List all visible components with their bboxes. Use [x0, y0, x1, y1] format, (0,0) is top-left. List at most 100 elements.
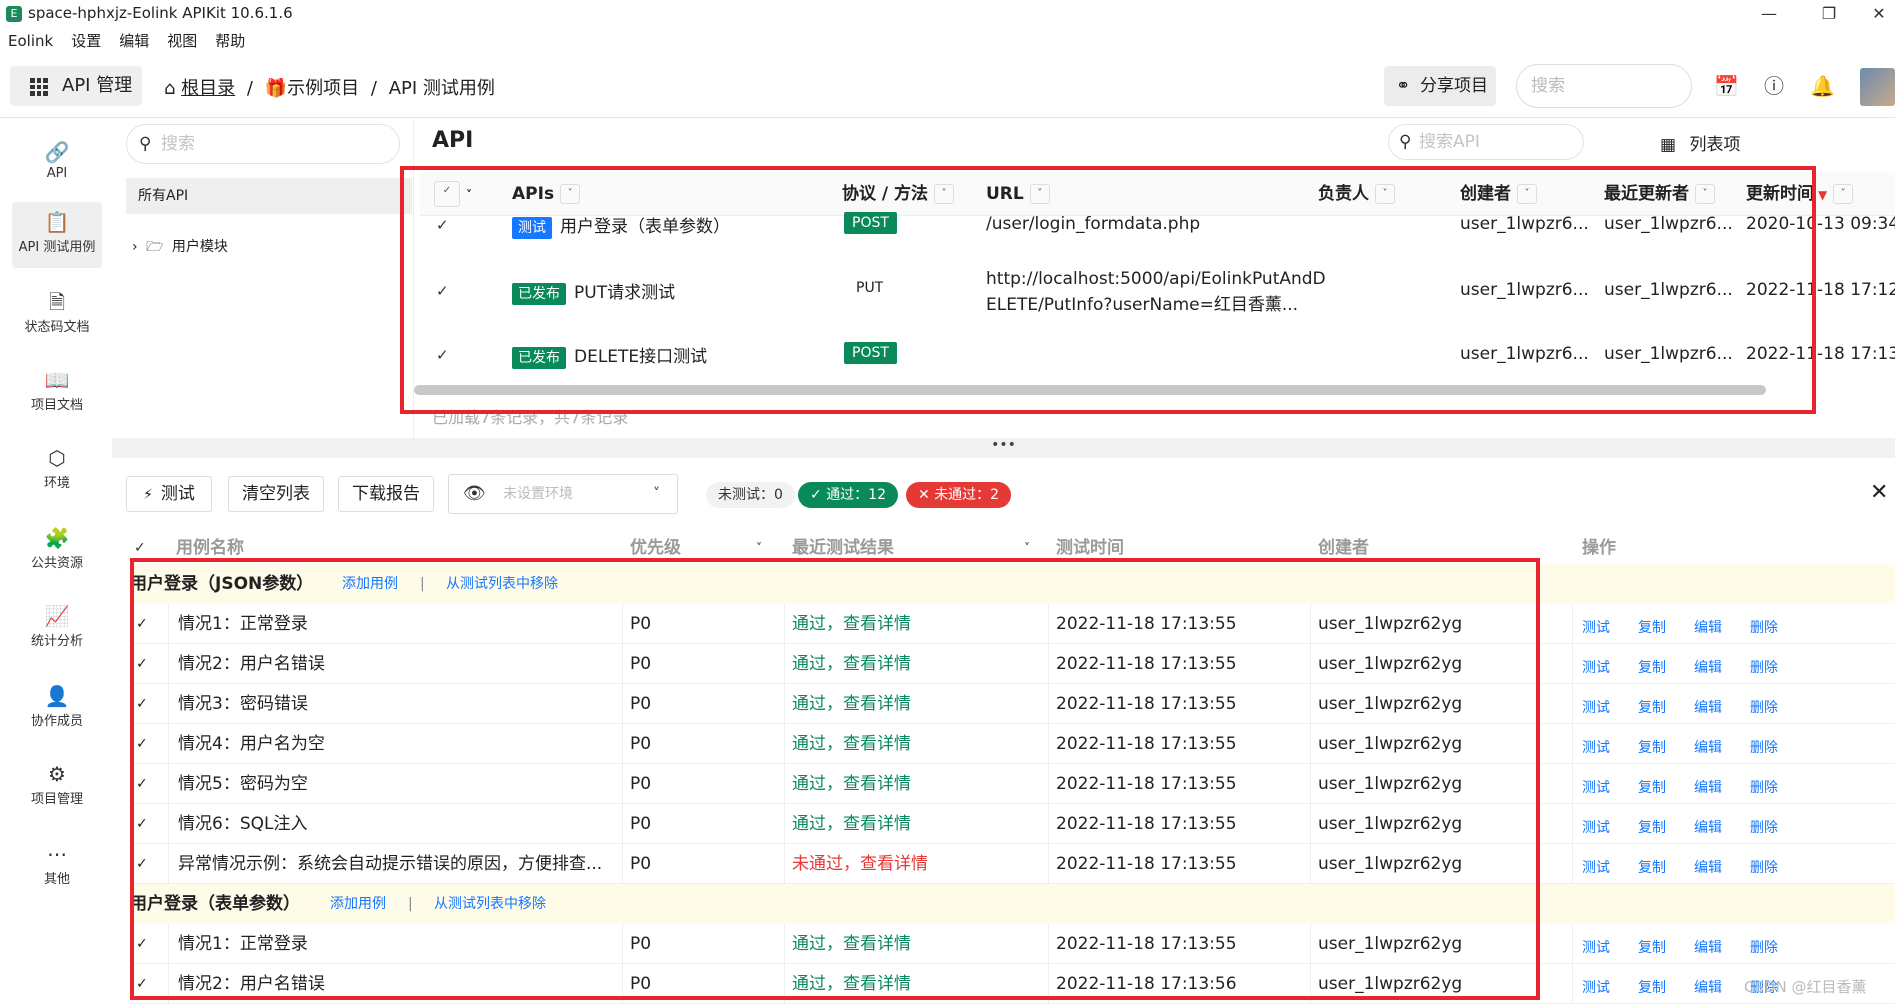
minimize-button[interactable]: — — [1754, 2, 1784, 26]
row-checkbox[interactable]: ✓ — [136, 724, 148, 764]
maximize-button[interactable]: ❐ — [1814, 2, 1844, 26]
case-result-link[interactable]: 通过，查看详情 — [792, 604, 911, 644]
rail-item-project-doc[interactable]: 📖 项目文档 — [12, 360, 102, 426]
case-result-link[interactable]: 通过，查看详情 — [792, 964, 911, 1004]
untested-count-badge[interactable]: 未测试：0 — [706, 482, 795, 508]
select-all-checkbox[interactable]: ✓ ˅ — [434, 172, 472, 216]
api-manager-button[interactable]: API 管理 — [10, 66, 142, 106]
panel-resize-handle[interactable]: ••• — [112, 438, 1895, 458]
table-row[interactable]: ✓ 已发布 PUT请求测试 PUT http://localhost:5000/a… — [420, 266, 1895, 326]
add-case-link[interactable]: 添加用例 — [330, 884, 386, 924]
op-test-link[interactable]: 测试 — [1582, 728, 1610, 768]
op-copy-link[interactable]: 复制 — [1638, 648, 1666, 688]
tree-item-user-module[interactable]: › 🗁 用户模块 — [132, 236, 228, 260]
menu-eolink[interactable]: Eolink — [8, 32, 53, 50]
download-report-button[interactable]: 下载报告 — [338, 476, 434, 512]
op-test-link[interactable]: 测试 — [1582, 648, 1610, 688]
share-project-button[interactable]: ⚭ 分享项目 — [1384, 66, 1496, 106]
rail-item-members[interactable]: 👤 协作成员 — [12, 676, 102, 742]
horizontal-scrollbar[interactable] — [414, 385, 1766, 395]
table-row[interactable]: ✓ 情况1：正常登录 P0 通过，查看详情 2022-11-18 17:13:55 use… — [130, 924, 1895, 964]
op-edit-link[interactable]: 编辑 — [1694, 768, 1722, 808]
api-name[interactable]: 已发布 PUT请求测试 — [512, 278, 675, 305]
row-checkbox[interactable]: ✓ — [136, 644, 148, 684]
rail-item-project-manage[interactable]: ⚙ 项目管理 — [12, 754, 102, 820]
table-row[interactable]: ✓ 情况2：用户名错误 P0 通过，查看详情 2022-11-18 17:13:56 us… — [130, 964, 1895, 1004]
op-delete-link[interactable]: 删除 — [1750, 928, 1778, 968]
col-apis[interactable]: APIs ˅ — [512, 172, 581, 216]
test-button[interactable]: ⚡ 测试 — [126, 476, 212, 512]
passed-count-badge[interactable]: ✓ 通过：12 — [798, 482, 899, 508]
table-row[interactable]: ✓ 情况6：SQL注入 P0 通过，查看详情 2022-11-18 17:13:55 us… — [130, 804, 1895, 844]
case-name[interactable]: 异常情况示例：系统会自动提示错误的原因，方便排查... — [178, 844, 618, 884]
table-row[interactable]: ✓ 异常情况示例：系统会自动提示错误的原因，方便排查... P0 未通过，查看详情 20… — [130, 844, 1895, 884]
row-checkbox[interactable]: ✓ — [136, 604, 148, 644]
remove-from-list-link[interactable]: 从测试列表中移除 — [446, 564, 558, 604]
table-row[interactable]: ✓ 测试 用户登录（表单参数） POST /user/login_formdata… — [420, 212, 1895, 239]
op-test-link[interactable]: 测试 — [1582, 928, 1610, 968]
menu-view[interactable]: 视图 — [167, 32, 197, 50]
rail-item-status-code-doc[interactable]: 🗎 状态码文档 — [12, 282, 102, 348]
op-test-link[interactable]: 测试 — [1582, 608, 1610, 648]
rail-item-environment[interactable]: ⬡ 环境 — [12, 438, 102, 504]
op-edit-link[interactable]: 编辑 — [1694, 688, 1722, 728]
api-name[interactable]: 测试 用户登录（表单参数） — [512, 212, 730, 239]
case-result-link[interactable]: 未通过，查看详情 — [792, 844, 928, 884]
table-row[interactable]: ✓ 情况1：正常登录 P0 通过，查看详情 2022-11-18 17:13:55 use… — [130, 604, 1895, 644]
op-copy-link[interactable]: 复制 — [1638, 768, 1666, 808]
op-delete-link[interactable]: 删除 — [1750, 808, 1778, 848]
col-url[interactable]: URL ˅ — [986, 172, 1050, 216]
menu-settings[interactable]: 设置 — [71, 32, 101, 50]
add-case-link[interactable]: 添加用例 — [342, 564, 398, 604]
col-updater[interactable]: 最近更新者 ˅ — [1604, 172, 1715, 216]
select-all-checkbox[interactable]: ✓ — [134, 530, 146, 566]
op-edit-link[interactable]: 编辑 — [1694, 848, 1722, 888]
case-name[interactable]: 情况6：SQL注入 — [178, 804, 618, 844]
calendar-icon[interactable]: 📅 — [1714, 74, 1739, 98]
breadcrumb-project[interactable]: 示例项目 — [287, 78, 359, 99]
close-window-button[interactable]: ✕ — [1864, 2, 1894, 26]
list-table-button[interactable]: ▦ 列表项 — [1660, 130, 1740, 155]
op-copy-link[interactable]: 复制 — [1638, 968, 1666, 1008]
table-row[interactable]: ✓ 情况4：用户名为空 P0 通过，查看详情 2022-11-18 17:13:55 us… — [130, 724, 1895, 764]
col-creator[interactable]: 创建者 ˅ — [1460, 172, 1537, 216]
case-name[interactable]: 情况1：正常登录 — [178, 604, 618, 644]
table-row[interactable]: ✓ 情况2：用户名错误 P0 通过，查看详情 2022-11-18 17:13:55 us… — [130, 644, 1895, 684]
environment-select[interactable]: 👁 未设置环境 ˅ — [448, 474, 678, 514]
clear-list-button[interactable]: 清空列表 — [228, 476, 324, 512]
rail-item-api[interactable]: 🔗 API — [12, 132, 102, 198]
row-checkbox[interactable]: ✓ — [136, 804, 148, 844]
op-delete-link[interactable]: 删除 — [1750, 728, 1778, 768]
op-edit-link[interactable]: 编辑 — [1694, 928, 1722, 968]
case-result-link[interactable]: 通过，查看详情 — [792, 724, 911, 764]
op-delete-link[interactable]: 删除 — [1750, 648, 1778, 688]
case-name[interactable]: 情况2：用户名错误 — [178, 644, 618, 684]
rail-item-api-test-case[interactable]: 📋 API 测试用例 — [12, 202, 102, 268]
op-edit-link[interactable]: 编辑 — [1694, 808, 1722, 848]
remove-from-list-link[interactable]: 从测试列表中移除 — [434, 884, 546, 924]
op-test-link[interactable]: 测试 — [1582, 808, 1610, 848]
op-copy-link[interactable]: 复制 — [1638, 848, 1666, 888]
table-row[interactable]: ✓ 已发布 DELETE接口测试 POST user_1lwpzr6... use… — [420, 340, 1895, 376]
avatar[interactable] — [1860, 68, 1895, 106]
bell-icon[interactable]: 🔔 — [1810, 74, 1835, 98]
op-edit-link[interactable]: 编辑 — [1694, 968, 1722, 1008]
case-name[interactable]: 情况4：用户名为空 — [178, 724, 618, 764]
menu-help[interactable]: 帮助 — [215, 32, 245, 50]
col-protocol-method[interactable]: 协议 / 方法 ˅ — [842, 172, 955, 216]
global-search-input[interactable]: 搜索 — [1516, 64, 1692, 108]
close-icon[interactable]: ✕ — [1870, 480, 1888, 505]
chevron-down-icon[interactable]: ˅ — [1024, 530, 1030, 566]
op-edit-link[interactable]: 编辑 — [1694, 648, 1722, 688]
case-result-link[interactable]: 通过，查看详情 — [792, 804, 911, 844]
op-delete-link[interactable]: 删除 — [1750, 688, 1778, 728]
case-result-link[interactable]: 通过，查看详情 — [792, 764, 911, 804]
row-checkbox[interactable]: ✓ — [436, 346, 449, 364]
row-checkbox[interactable]: ✓ — [436, 282, 449, 300]
op-copy-link[interactable]: 复制 — [1638, 808, 1666, 848]
op-copy-link[interactable]: 复制 — [1638, 928, 1666, 968]
row-checkbox[interactable]: ✓ — [136, 964, 148, 1004]
col-update-time[interactable]: 更新时间 ▼ ˅ — [1746, 172, 1854, 216]
case-result-link[interactable]: 通过，查看详情 — [792, 644, 911, 684]
tree-search-input[interactable]: ⚲ 搜索 — [126, 124, 400, 164]
